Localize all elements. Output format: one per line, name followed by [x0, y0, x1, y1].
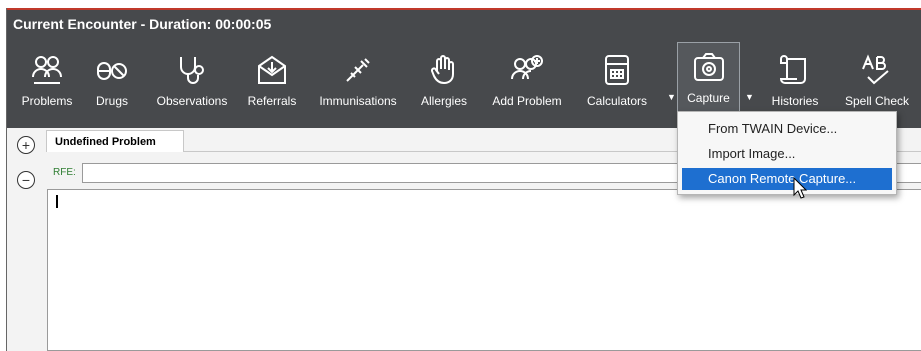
observations-label: Observations — [156, 94, 228, 108]
add-people-icon — [509, 50, 545, 90]
mouse-cursor-icon — [793, 177, 807, 199]
problems-button[interactable]: Problems — [13, 46, 81, 122]
drugs-button[interactable]: Drugs — [87, 46, 137, 122]
calculators-label: Calculators — [586, 94, 648, 108]
calculator-icon — [599, 50, 635, 90]
allergies-label: Allergies — [420, 94, 468, 108]
plus-icon: + — [21, 137, 31, 153]
calculators-dropdown-icon[interactable]: ▼ — [667, 92, 676, 102]
menu-item-from-twain[interactable]: From TWAIN Device... — [682, 118, 892, 140]
menu-item-import-image[interactable]: Import Image... — [682, 143, 892, 165]
rfe-label: RFE: — [53, 167, 76, 178]
scroll-icon — [777, 50, 813, 90]
calculators-button[interactable]: Calculators — [579, 46, 655, 122]
collapse-button[interactable]: − — [17, 171, 35, 189]
observations-button[interactable]: Observations — [147, 46, 237, 122]
capture-label: Capture — [687, 91, 730, 105]
referrals-label: Referrals — [247, 94, 297, 108]
add-problem-label: Add Problem — [492, 94, 562, 108]
camera-icon — [691, 47, 727, 87]
menu-item-canon-remote-capture[interactable]: Canon Remote Capture... — [682, 168, 892, 190]
text-cursor — [56, 195, 58, 208]
notes-editor[interactable] — [47, 189, 921, 351]
immunisations-label: Immunisations — [319, 94, 397, 108]
expand-button[interactable]: + — [17, 136, 35, 154]
minus-icon: − — [21, 172, 31, 188]
add-problem-button[interactable]: Add Problem — [485, 46, 569, 122]
envelope-icon — [254, 50, 290, 90]
immunisations-button[interactable]: Immunisations — [312, 46, 404, 122]
tab-undefined-problem[interactable]: Undefined Problem — [46, 130, 184, 152]
capture-menu: From TWAIN Device... Import Image... Can… — [677, 111, 897, 195]
capture-dropdown-icon[interactable]: ▼ — [745, 92, 754, 102]
pills-icon — [94, 50, 130, 90]
problems-label: Problems — [21, 94, 73, 108]
histories-label: Histories — [771, 94, 819, 108]
people-icon — [29, 50, 65, 90]
hand-icon — [426, 50, 462, 90]
capture-button[interactable]: Capture — [677, 42, 740, 118]
spellcheck-icon — [859, 50, 895, 90]
drugs-label: Drugs — [95, 94, 128, 108]
syringe-icon — [340, 50, 376, 90]
referrals-button[interactable]: Referrals — [238, 46, 306, 122]
stethoscope-icon — [174, 50, 210, 90]
spell-check-label: Spell Check — [844, 94, 910, 108]
allergies-button[interactable]: Allergies — [414, 46, 474, 122]
window-title: Current Encounter - Duration: 00:00:05 — [7, 8, 921, 36]
